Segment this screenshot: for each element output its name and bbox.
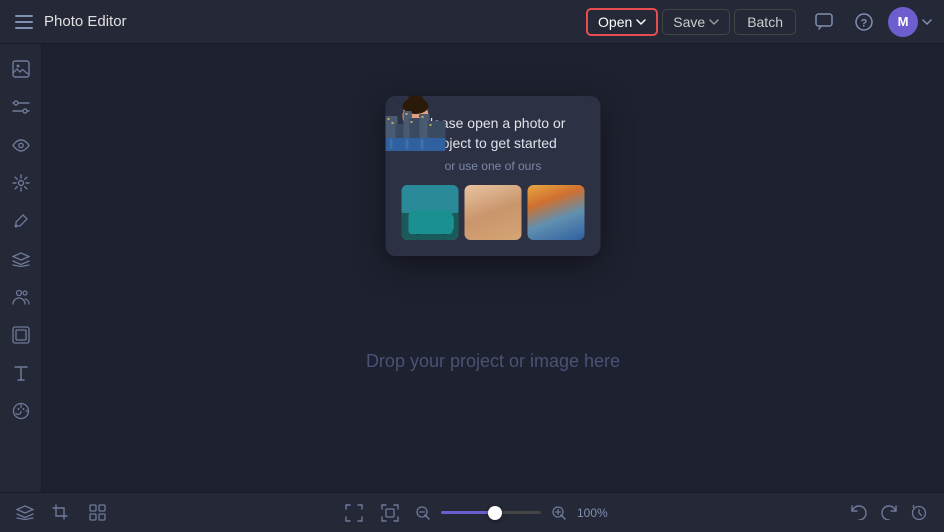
header-center: Open Save Batch (586, 8, 796, 36)
chevron-down-icon (636, 19, 646, 25)
sidebar (0, 44, 42, 492)
sidebar-item-view[interactable] (4, 128, 38, 162)
header-right: ? M (808, 6, 932, 38)
redo-button[interactable] (876, 500, 902, 526)
drop-text: Drop your project or image here (366, 351, 620, 372)
history-button[interactable] (906, 500, 932, 526)
save-button[interactable]: Save (662, 9, 730, 35)
zoom-control: 100% (413, 503, 615, 523)
sidebar-item-adjustments[interactable] (4, 90, 38, 124)
bottom-right-controls (846, 500, 932, 526)
zoom-percent: 100% (577, 506, 615, 520)
grid-button[interactable] (84, 500, 110, 526)
avatar-chevron-icon (922, 19, 932, 25)
menu-icon[interactable] (12, 10, 36, 34)
zoom-in-button[interactable] (549, 503, 569, 523)
help-button[interactable]: ? (848, 6, 880, 38)
sample-image-city[interactable] (528, 185, 585, 240)
van-illustration (402, 185, 459, 240)
popup-subtitle: or use one of ours (402, 159, 585, 173)
sidebar-item-export[interactable] (4, 318, 38, 352)
comment-button[interactable] (808, 6, 840, 38)
open-button[interactable]: Open (586, 8, 658, 36)
main-area: Please open a photo or project to get st… (0, 44, 944, 492)
fit-width-button[interactable] (341, 500, 367, 526)
zoom-slider[interactable] (441, 511, 541, 514)
sidebar-item-sticker[interactable] (4, 394, 38, 428)
sample-images (402, 185, 585, 240)
open-popup: Please open a photo or project to get st… (386, 96, 601, 256)
header-left: Photo Editor (12, 10, 574, 34)
save-chevron-icon (709, 19, 719, 25)
bottom-left-tools (12, 500, 110, 526)
sidebar-item-people[interactable] (4, 280, 38, 314)
avatar-button[interactable]: M (888, 7, 932, 37)
header: Photo Editor Open Save Batch (0, 0, 944, 44)
sample-image-woman[interactable] (465, 185, 522, 240)
comment-icon (815, 13, 833, 30)
sidebar-item-effects[interactable] (4, 166, 38, 200)
sidebar-item-retouch[interactable] (4, 204, 38, 238)
batch-button[interactable]: Batch (734, 9, 796, 35)
bottom-bar: 100% (0, 492, 944, 532)
zoom-out-button[interactable] (413, 503, 433, 523)
undo-redo-controls (846, 500, 932, 526)
layers-toggle-button[interactable] (12, 500, 38, 526)
fit-screen-button[interactable] (377, 500, 403, 526)
svg-text:?: ? (861, 17, 868, 29)
crop-button[interactable] (48, 500, 74, 526)
help-icon: ? (855, 13, 873, 31)
sidebar-item-image[interactable] (4, 52, 38, 86)
avatar: M (888, 7, 918, 37)
sample-image-van[interactable] (402, 185, 459, 240)
undo-button[interactable] (846, 500, 872, 526)
sidebar-item-text[interactable] (4, 356, 38, 390)
app-title: Photo Editor (44, 13, 127, 30)
bottom-center-controls: 100% (110, 500, 846, 526)
sidebar-item-layers[interactable] (4, 242, 38, 276)
canvas-area[interactable]: Please open a photo or project to get st… (42, 44, 944, 492)
